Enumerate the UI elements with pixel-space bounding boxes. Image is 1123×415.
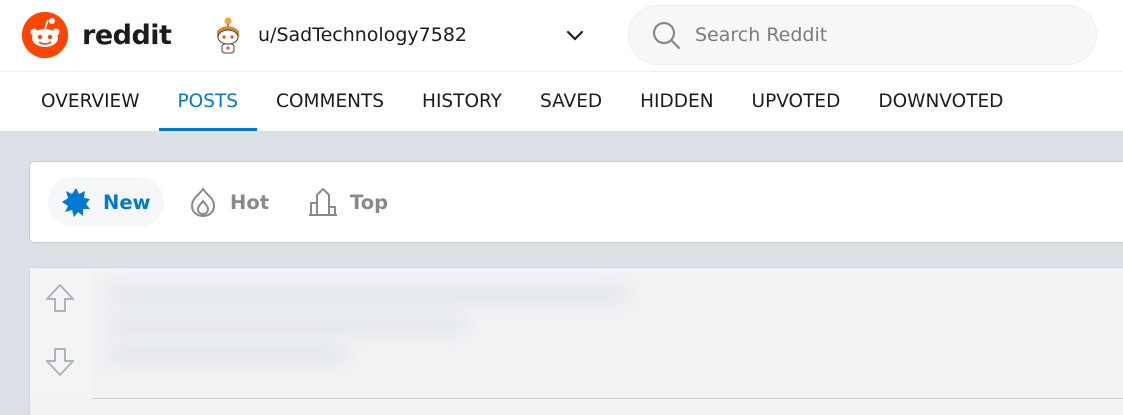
starburst-icon	[61, 187, 91, 217]
arrow-down-icon[interactable]	[44, 346, 76, 378]
tab-posts[interactable]: POSTS	[158, 72, 258, 131]
reddit-logo[interactable]: reddit	[22, 12, 172, 58]
chevron-down-icon[interactable]	[564, 24, 586, 46]
tab-overview[interactable]: OVERVIEW	[22, 72, 159, 131]
sort-top-button[interactable]: Top	[308, 177, 388, 227]
flame-icon	[188, 187, 218, 218]
sort-top-label: Top	[350, 190, 389, 214]
sort-hot-label: Hot	[230, 190, 270, 214]
rising-bars-icon	[308, 187, 338, 217]
tab-downvoted[interactable]: DOWNVOTED	[859, 72, 1022, 131]
top-header: reddit u/SadTechnology7582	[0, 0, 1123, 72]
vote-column	[30, 268, 92, 400]
sort-bar: New Hot Top	[29, 161, 1123, 243]
sort-hot-button[interactable]: Hot	[188, 177, 269, 227]
username: u/SadTechnology7582	[258, 24, 467, 46]
search-icon	[651, 20, 681, 50]
tab-hidden[interactable]: HIDDEN	[621, 72, 732, 131]
sort-new-label: New	[103, 190, 151, 214]
search-input[interactable]	[695, 24, 1075, 46]
tab-comments[interactable]: COMMENTS	[257, 72, 403, 131]
user-avatar-icon	[210, 15, 246, 55]
post-card-placeholder	[29, 267, 1123, 400]
arrow-up-icon[interactable]	[44, 282, 76, 314]
user-switcher[interactable]: u/SadTechnology7582	[210, 10, 592, 60]
sort-new-button[interactable]: New	[48, 177, 164, 227]
reddit-snoo-icon	[22, 12, 68, 58]
post-card-next	[29, 399, 1123, 415]
post-loading-skeleton	[106, 288, 806, 388]
tab-saved[interactable]: SAVED	[521, 72, 621, 131]
brand-name: reddit	[82, 19, 172, 51]
search-box[interactable]	[628, 5, 1097, 65]
profile-tabs: OVERVIEW POSTS COMMENTS HISTORY SAVED HI…	[0, 72, 1123, 131]
tab-upvoted[interactable]: UPVOTED	[733, 72, 860, 131]
tab-history[interactable]: HISTORY	[403, 72, 521, 131]
